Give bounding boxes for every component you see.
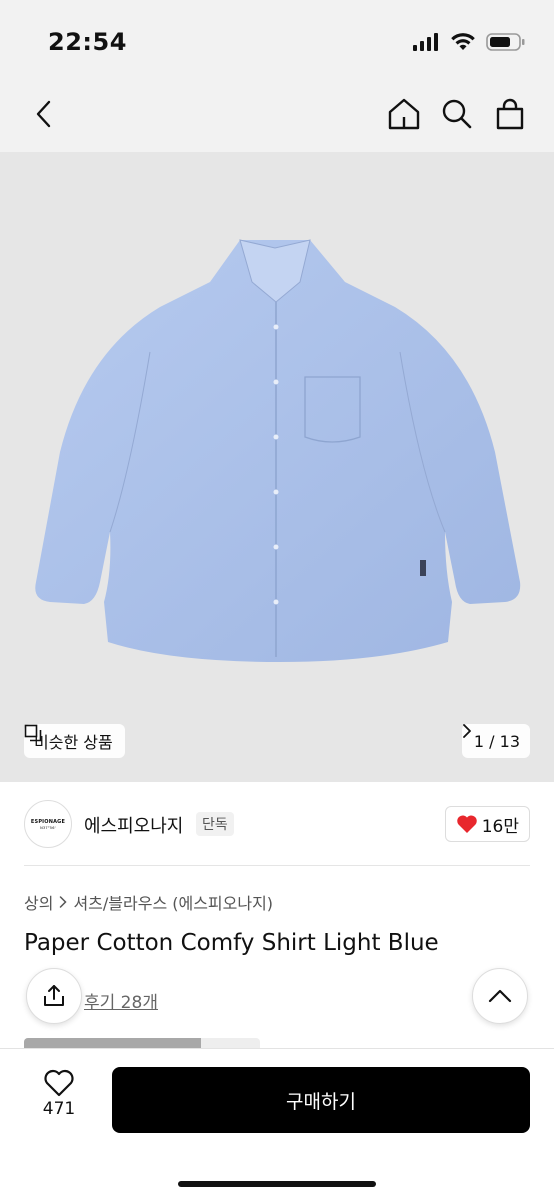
brand-like-count: 16만: [481, 816, 519, 837]
nav-bar: [0, 80, 554, 152]
share-icon: [44, 985, 64, 1006]
review-link[interactable]: 후기 28개: [84, 988, 158, 1013]
home-indicator: [178, 1181, 376, 1187]
share-button[interactable]: [26, 968, 82, 1024]
brand-like-button[interactable]: 16만: [444, 806, 530, 842]
heart-filled-icon: [456, 815, 477, 833]
wishlist-count: 471: [42, 1099, 76, 1119]
status-time: 22:54: [48, 28, 127, 56]
product-image-shirt: [35, 239, 521, 662]
breadcrumb-item[interactable]: 셔츠/블라우스 (에스피오나지): [73, 890, 273, 914]
breadcrumb-item[interactable]: 상의: [24, 890, 53, 914]
product-image-carousel[interactable]: 비슷한 상품 1 / 13: [0, 152, 554, 782]
divider: [24, 865, 530, 866]
breadcrumb: 상의 셔츠/블라우스 (에스피오나지): [24, 890, 273, 914]
scroll-top-button[interactable]: [472, 968, 528, 1024]
search-icon: [442, 99, 472, 129]
page-indicator[interactable]: 1 / 13: [461, 724, 530, 758]
cart-button[interactable]: [490, 94, 530, 134]
chevron-up-icon: [488, 989, 512, 1003]
cart-icon: [496, 98, 524, 130]
brand-row[interactable]: ESPIONAGE N37°56' 에스피오나지 단독 16만: [0, 782, 554, 866]
home-icon: [388, 98, 420, 130]
exclusive-badge: 단독: [196, 812, 234, 836]
bottom-bar: 471 구매하기: [0, 1048, 554, 1200]
back-icon: [36, 100, 51, 128]
status-icons: [412, 32, 526, 56]
wifi-icon: [450, 32, 476, 56]
chevron-right-icon: [462, 724, 471, 738]
battery-icon: [486, 32, 526, 56]
page-indicator-label: 1 / 13: [473, 731, 520, 751]
brand-name[interactable]: 에스피오나지: [84, 812, 183, 838]
similar-products-label: 비슷한 상품: [34, 733, 113, 752]
gallery-progress-track: [24, 1038, 260, 1048]
brand-logo[interactable]: ESPIONAGE N37°56': [24, 800, 72, 848]
status-bar: 22:54: [0, 0, 554, 90]
signal-icon: [412, 33, 440, 55]
search-button[interactable]: [437, 94, 477, 134]
copy-icon: [24, 724, 42, 742]
back-button[interactable]: [26, 96, 62, 132]
wishlist-button[interactable]: 471: [28, 1069, 90, 1129]
similar-products-button[interactable]: 비슷한 상품: [24, 724, 125, 758]
heart-outline-icon: [44, 1069, 74, 1097]
gallery-progress-fill: [24, 1038, 201, 1048]
product-title: Paper Cotton Comfy Shirt Light Blue: [24, 930, 439, 956]
chevron-right-icon: [60, 896, 68, 908]
home-button[interactable]: [384, 94, 424, 134]
buy-button[interactable]: 구매하기: [112, 1067, 530, 1133]
